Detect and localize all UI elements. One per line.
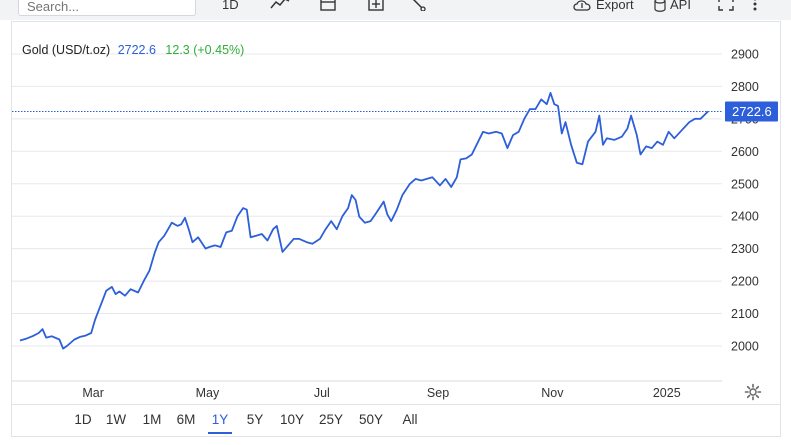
- chart-grid: [12, 53, 722, 382]
- y-tick-label: 2800: [731, 80, 759, 94]
- x-tick-label: May: [196, 386, 220, 400]
- range-5y[interactable]: 5Y: [243, 408, 267, 432]
- y-tick-label: 2600: [731, 145, 759, 159]
- range-50y[interactable]: 50Y: [356, 408, 386, 432]
- price-change: 12.3 (+0.45%): [165, 43, 245, 57]
- range-10y[interactable]: 10Y: [277, 408, 307, 432]
- y-axis: 2000210022002300240025002600270028002900: [731, 47, 759, 353]
- range-25y[interactable]: 25Y: [316, 408, 346, 432]
- x-axis: Mar May Jul Sep Nov 2025: [82, 386, 680, 400]
- range-1w[interactable]: 1W: [104, 408, 128, 432]
- y-tick-label: 2200: [731, 275, 759, 289]
- last-price: 2722.6: [117, 43, 156, 57]
- quote-header: Gold (USD/t.oz) 2722.6 12.3 (+0.45%): [22, 43, 244, 57]
- x-tick-label: Jul: [314, 386, 330, 400]
- price-chart[interactable]: 2000210022002300240025002600270028002900…: [0, 0, 791, 445]
- range-all[interactable]: All: [395, 408, 425, 432]
- range-1y[interactable]: 1Y: [208, 408, 232, 434]
- y-tick-label: 2000: [731, 340, 759, 354]
- last-price-marker: 2722.6: [725, 101, 778, 122]
- gear-icon: [744, 383, 762, 401]
- last-price-label: 2722.6: [732, 104, 772, 119]
- x-tick-label: Sep: [427, 386, 449, 400]
- range-1m[interactable]: 1M: [140, 408, 164, 432]
- y-tick-label: 2400: [731, 210, 759, 224]
- price-series-line: [19, 92, 709, 350]
- x-tick-label: Nov: [541, 386, 564, 400]
- y-tick-label: 2300: [731, 242, 759, 256]
- chart-settings-button[interactable]: [744, 383, 762, 406]
- range-1d[interactable]: 1D: [71, 408, 95, 432]
- x-tick-label: Mar: [82, 386, 104, 400]
- instrument-name: Gold (USD/t.oz): [22, 43, 111, 57]
- x-tick-label: 2025: [653, 386, 681, 400]
- range-6m[interactable]: 6M: [174, 408, 198, 432]
- y-tick-label: 2900: [731, 47, 759, 61]
- y-tick-label: 2100: [731, 307, 759, 321]
- y-tick-label: 2500: [731, 177, 759, 191]
